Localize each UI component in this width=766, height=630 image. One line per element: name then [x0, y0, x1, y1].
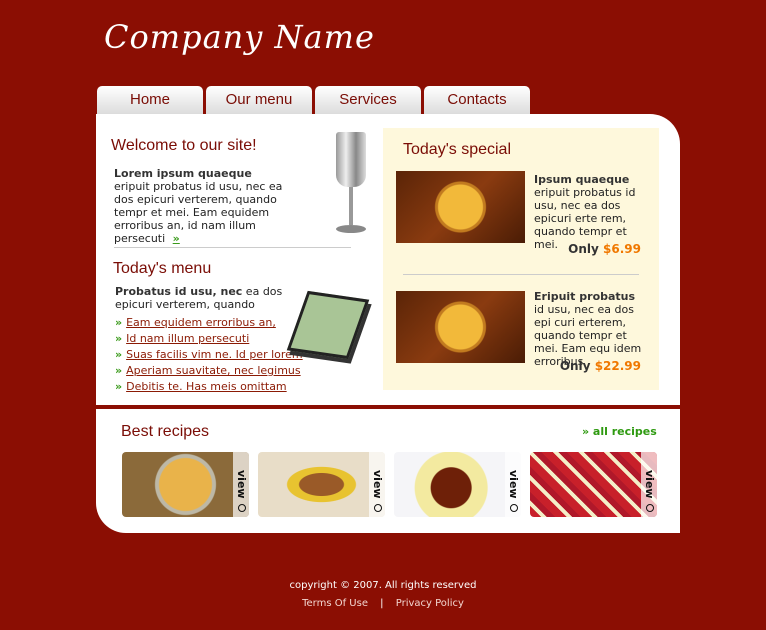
welcome-title: Welcome to our site!: [111, 137, 257, 154]
price-label: Only: [559, 359, 591, 373]
special-dish-image[interactable]: [396, 171, 525, 243]
recipe-thumb-raspberry-tart[interactable]: view: [530, 452, 657, 517]
menu-link[interactable]: Id nam illum persecuti: [126, 332, 249, 345]
special-item: Eripuit probatus id usu, nec ea dos epi …: [534, 290, 649, 368]
tab-contacts[interactable]: Contacts: [424, 86, 530, 114]
price-value: $6.99: [603, 242, 641, 256]
footer-links: Terms Of Use | Privacy Policy: [0, 598, 766, 609]
magnifier-icon: [374, 504, 382, 512]
privacy-link[interactable]: Privacy Policy: [396, 598, 464, 609]
bullet-icon: »: [115, 380, 123, 393]
menu-link[interactable]: Eam equidem erroribus an,: [126, 316, 276, 329]
copyright: copyright © 2007. All rights reserved: [289, 580, 477, 591]
company-logo[interactable]: Company Name: [104, 18, 375, 56]
bullet-icon: »: [115, 316, 123, 329]
magnifier-icon: [238, 504, 246, 512]
menu-link[interactable]: Debitis te. Has meis omittam: [126, 380, 287, 393]
welcome-body: eripuit probatus id usu, nec ea dos epic…: [114, 180, 283, 245]
view-label: view: [643, 470, 656, 499]
welcome-text: Lorem ipsum quaeque eripuit probatus id …: [114, 167, 294, 245]
special-item-name: Eripuit probatus: [534, 290, 636, 303]
menu-link[interactable]: Suas facilis vim ne. Id per lorem: [126, 348, 303, 361]
special-price: Only $6.99: [534, 242, 641, 256]
menu-links: » Eam equidem erroribus an, » Id nam illum…: [115, 315, 303, 395]
recipe-thumb-soup[interactable]: view: [122, 452, 249, 517]
menu-link-item: » Id nam illum persecuti: [115, 331, 303, 347]
tab-our-menu[interactable]: Our menu: [206, 86, 312, 114]
special-dish-image[interactable]: [396, 291, 525, 363]
view-label: view: [507, 470, 520, 499]
menu-bold: Probatus id usu, nec: [115, 285, 243, 298]
divider: [114, 247, 351, 248]
special-item: Ipsum quaeque eripuit probatus id usu, n…: [534, 173, 649, 251]
recipe-thumb-cutlet[interactable]: view: [258, 452, 385, 517]
price-label: Only: [568, 242, 599, 256]
todays-menu-title: Today's menu: [113, 260, 212, 277]
menu-link[interactable]: Aperiam suavitate, nec legimus: [126, 364, 301, 377]
champagne-glass-image: [334, 132, 368, 236]
view-label: view: [235, 470, 248, 499]
bullet-icon: »: [115, 348, 123, 361]
menu-link-item: » Suas facilis vim ne. Id per lorem: [115, 347, 303, 363]
recipe-thumb-glazed-meat[interactable]: view: [394, 452, 521, 517]
terms-link[interactable]: Terms Of Use: [302, 598, 368, 609]
special-item-name: Ipsum quaeque: [534, 173, 630, 186]
divider: [403, 274, 639, 275]
bullet-icon: »: [115, 332, 123, 345]
menu-link-item: » Aperiam suavitate, nec legimus: [115, 363, 303, 379]
view-label: view: [371, 470, 384, 499]
menu-link-item: » Eam equidem erroribus an,: [115, 315, 303, 331]
price-value: $22.99: [594, 359, 641, 373]
welcome-bold: Lorem ipsum quaeque: [114, 167, 252, 180]
tab-services[interactable]: Services: [315, 86, 421, 114]
best-recipes-title: Best recipes: [121, 423, 210, 440]
menu-intro: Probatus id usu, nec ea dos epicuri vert…: [115, 285, 285, 311]
bullet-icon: »: [115, 364, 123, 377]
special-title: Today's special: [403, 141, 511, 158]
read-more-link[interactable]: »: [173, 232, 180, 245]
magnifier-icon: [510, 504, 518, 512]
magnifier-icon: [646, 504, 654, 512]
footer-separator: |: [380, 598, 384, 609]
menu-link-item: » Debitis te. Has meis omittam: [115, 379, 303, 395]
special-price: Only $22.99: [534, 359, 641, 373]
all-recipes-link[interactable]: » all recipes: [582, 425, 657, 438]
tab-home[interactable]: Home: [97, 86, 203, 114]
